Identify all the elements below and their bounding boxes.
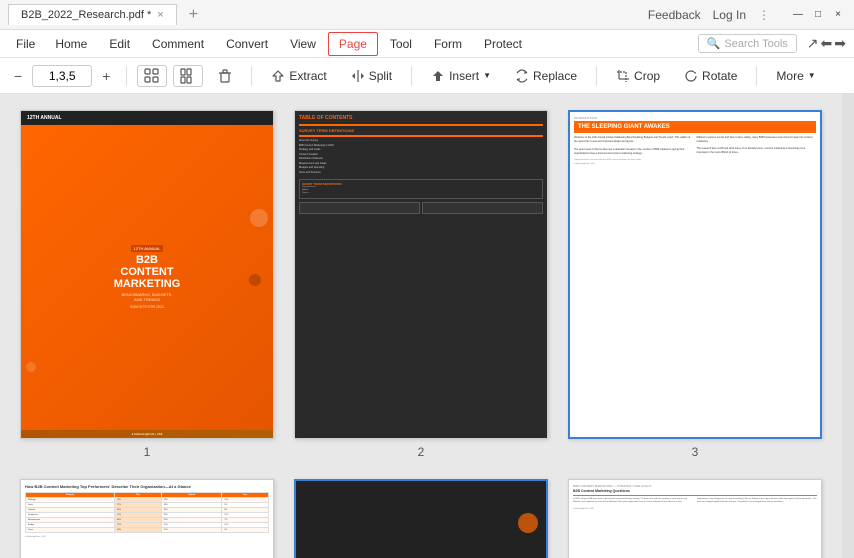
page-frame-4[interactable]: How B2B Content Marketing Top Performers… (20, 479, 274, 558)
grid-layout-icon (180, 68, 196, 84)
title-bar: B2B_2022_Research.pdf * × + Feedback Log… (0, 0, 854, 30)
more-dropdown-icon: ▼ (808, 71, 816, 80)
menu-edit[interactable]: Edit (99, 33, 140, 55)
vertical-dots-icon[interactable]: ⋮ (758, 8, 770, 22)
external-link-icon[interactable]: ↗ (807, 35, 819, 52)
grid-icon (144, 68, 160, 84)
menu-convert[interactable]: Convert (216, 33, 278, 55)
zoom-controls: − + (8, 65, 116, 87)
trash-icon (218, 69, 232, 83)
more-label: More (776, 69, 803, 83)
menu-comment[interactable]: Comment (142, 33, 214, 55)
split-icon (351, 69, 365, 83)
document-filename: B2B_2022_Research.pdf * (21, 9, 151, 21)
menu-file[interactable]: File (8, 35, 43, 53)
rotate-icon (684, 69, 698, 83)
menu-protect[interactable]: Protect (474, 33, 532, 55)
menu-page[interactable]: Page (328, 32, 378, 56)
search-tools-box[interactable]: 🔍 Search Tools (698, 34, 797, 53)
crop-btn[interactable]: Crop (607, 65, 669, 87)
insert-label: Insert (449, 69, 479, 83)
minimize-btn[interactable]: — (790, 7, 806, 23)
insert-dropdown-icon: ▼ (483, 71, 491, 80)
crop-label: Crop (634, 69, 660, 83)
document-tab[interactable]: B2B_2022_Research.pdf * × (8, 4, 177, 25)
search-icon: 🔍 (707, 37, 721, 50)
login-link[interactable]: Log In (713, 8, 746, 22)
title-bar-right: Feedback Log In ⋮ — □ × (648, 7, 846, 23)
page-grid: 12TH ANNUAL 12TH ANNUAL B2BCONTENTMARKET… (0, 94, 842, 558)
back-icon[interactable]: ⬅ (821, 35, 833, 52)
page-thumb-5: STRATEGY, OPINIONS & OVERALL SUCCESS 5 (294, 479, 548, 558)
delete-btn[interactable] (209, 65, 241, 87)
replace-icon (515, 69, 529, 83)
replace-label: Replace (533, 69, 577, 83)
crop-icon (616, 69, 630, 83)
extract-icon (271, 69, 285, 83)
menu-bar: File Home Edit Comment Convert View Page… (0, 30, 854, 58)
forward-icon[interactable]: ➡ (834, 35, 846, 52)
search-tools-label: Search Tools (724, 38, 787, 50)
organize-pages-btn2[interactable] (173, 65, 203, 87)
feedback-link[interactable]: Feedback (648, 8, 701, 22)
page-frame-1[interactable]: 12TH ANNUAL 12TH ANNUAL B2BCONTENTMARKET… (20, 110, 274, 439)
extract-btn[interactable]: Extract (262, 65, 335, 87)
page-frame-6[interactable]: B2B CONTENT MARKETING — STRATEGY AND GOA… (568, 479, 822, 558)
insert-btn[interactable]: Insert ▼ (422, 65, 500, 87)
menu-tool[interactable]: Tool (380, 33, 422, 55)
replace-btn[interactable]: Replace (506, 65, 586, 87)
rotate-btn[interactable]: Rotate (675, 65, 746, 87)
scrollbar[interactable] (842, 94, 854, 558)
page-thumb-1: 12TH ANNUAL 12TH ANNUAL B2BCONTENTMARKET… (20, 110, 274, 459)
close-btn[interactable]: × (830, 7, 846, 23)
page-frame-5[interactable]: STRATEGY, OPINIONS & OVERALL SUCCESS (294, 479, 548, 558)
page-frame-3[interactable]: INTRODUCTION THE SLEEPING GIANT AWAKES W… (568, 110, 822, 439)
page-thumb-2: TABLE OF CONTENTS SURVEY TERM DEFINITION… (294, 110, 548, 459)
window-controls: — □ × (790, 7, 846, 23)
main-content: 12TH ANNUAL 12TH ANNUAL B2BCONTENTMARKET… (0, 94, 854, 558)
more-btn[interactable]: More ▼ (767, 65, 824, 87)
new-tab-btn[interactable]: + (185, 6, 202, 24)
tab-close-btn[interactable]: × (157, 9, 163, 21)
zoom-out-btn[interactable]: − (8, 66, 28, 86)
menu-view[interactable]: View (280, 33, 326, 55)
page-thumb-3: INTRODUCTION THE SLEEPING GIANT AWAKES W… (568, 110, 822, 459)
page-frame-2[interactable]: TABLE OF CONTENTS SURVEY TERM DEFINITION… (294, 110, 548, 439)
maximize-btn[interactable]: □ (810, 7, 826, 23)
title-bar-left: B2B_2022_Research.pdf * × + (8, 4, 202, 25)
split-btn[interactable]: Split (342, 65, 401, 87)
zoom-input[interactable] (32, 65, 92, 87)
page-num-2: 2 (418, 445, 425, 459)
menu-form[interactable]: Form (424, 33, 472, 55)
page-num-3: 3 (692, 445, 699, 459)
organize-pages-btn1[interactable] (137, 65, 167, 87)
insert-icon (431, 69, 445, 83)
page-thumb-4: How B2B Content Marketing Top Performers… (20, 479, 274, 558)
menu-home[interactable]: Home (45, 33, 97, 55)
rotate-label: Rotate (702, 69, 737, 83)
zoom-in-btn[interactable]: + (96, 66, 116, 86)
toolbar: − + Extract Split Insert ▼ Replace Crop … (0, 58, 854, 94)
extract-label: Extract (289, 69, 326, 83)
split-label: Split (369, 69, 392, 83)
page-thumb-6: B2B CONTENT MARKETING — STRATEGY AND GOA… (568, 479, 822, 558)
page-num-1: 1 (144, 445, 151, 459)
